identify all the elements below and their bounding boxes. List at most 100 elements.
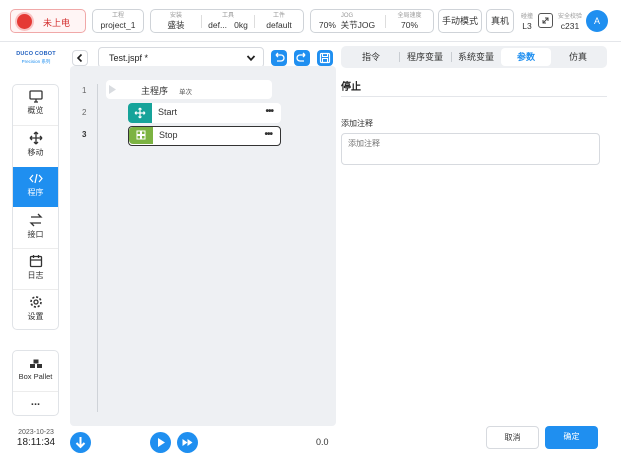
chevron-left-icon [76,53,83,63]
move-icon [128,103,152,123]
sidebar-item-label: 设置 [27,312,44,321]
progress-value: 0.0 [316,437,329,447]
sidebar-item-move[interactable]: 移动 [13,126,58,166]
sidebar-item-program[interactable]: 程序 [13,167,58,207]
sidebar-item-log[interactable]: 日志 [13,249,58,289]
tab-system-variables[interactable]: 系统变量 [453,48,499,66]
sidebar-nav: 概览 移动 程序 接口 日志 设置 [12,84,59,330]
collision-level[interactable]: 碰撞 L3 [518,11,536,33]
plugin-box-pallet[interactable]: Box Pallet [13,351,58,391]
panel-tabs: 指令 程序变量 系统变量 参数 仿真 [341,46,607,68]
command-block-start[interactable]: Start ••• [128,103,281,123]
workpiece-selector[interactable]: 工件 default [255,10,303,32]
manual-mode-button[interactable]: 手动模式 [438,9,482,33]
sidebar-item-label: 日志 [27,271,44,280]
save-button[interactable] [317,50,333,66]
undo-button[interactable] [271,50,287,66]
redo-icon [296,52,306,62]
comment-label: 添加注释 [341,119,373,128]
workpiece-value: default [266,20,292,30]
global-speed-selector[interactable]: 全局速度 70% [386,10,433,32]
tool-selector[interactable]: 工具 def... 0kg [202,10,254,32]
command-block-stop[interactable]: Stop ••• [128,126,281,146]
line-number: 2 [82,108,87,117]
swap-icon [28,213,43,227]
calendar-icon [29,255,42,268]
tab-program-variables[interactable]: 程序变量 [401,48,449,66]
code-icon [28,173,43,184]
cancel-button[interactable]: 取消 [486,426,539,449]
main-program-tag: 单次 [179,89,192,96]
top-bar: 未上电 工程 project_1 安装 盛装 工具 def... 0kg 工件 … [0,0,621,42]
tool-weight: 0kg [234,20,248,30]
download-button[interactable] [70,432,91,453]
robot-config-group: 安装 盛装 工具 def... 0kg 工件 default [150,9,304,33]
global-speed-label: 全局速度 [397,13,422,19]
tab-parameters[interactable]: 参数 [501,48,551,66]
workpiece-label: 工件 [272,13,285,19]
monitor-icon [28,90,43,103]
brand-logo: DUCO COBOT Precision 系列 [12,51,60,65]
clock: 2023-10-23 18:11:34 [8,429,64,448]
safety-check[interactable]: 安全校验 c231 [556,11,584,33]
sidebar-item-label: 概览 [27,106,44,115]
fast-forward-icon [182,439,193,446]
jog-speed: 70% [318,20,336,30]
safety-label: 安全校验 [557,14,582,20]
safety-value: c231 [560,21,580,31]
brand-name: DUCO COBOT [16,51,56,57]
save-icon [319,52,331,64]
redo-button[interactable] [294,50,310,66]
sidebar-item-overview[interactable]: 概览 [13,85,58,125]
play-triangle-icon [109,85,116,94]
install-selector[interactable]: 安装 盛装 [151,10,201,32]
tool-value: def... [208,20,228,30]
arrow-down-icon [75,437,86,449]
plugin-panel: Box Pallet ... [12,350,59,416]
collision-value: L3 [522,21,532,31]
plugin-more-button[interactable]: ... [13,393,58,415]
file-selector[interactable]: Test.jspf * [98,47,264,68]
more-options-icon[interactable]: ••• [264,129,272,140]
command-label: Stop [159,130,178,140]
clock-date: 2023-10-23 [18,429,54,436]
sidebar-item-interface[interactable]: 接口 [13,208,58,248]
main-program-label: 主程序 [141,86,169,96]
project-label: 工程 [111,13,124,19]
jog-mode-selector[interactable]: JOG 70% 关节JOG [311,10,383,32]
more-options-icon[interactable]: ••• [265,106,273,117]
expand-icon[interactable] [538,13,553,28]
comment-input[interactable] [341,133,600,165]
play-button[interactable] [150,432,171,453]
fast-forward-button[interactable] [177,432,198,453]
install-label: 安装 [169,13,182,19]
file-name: Test.jspf * [109,53,149,63]
sidebar-item-label: 移动 [27,148,44,157]
confirm-button[interactable]: 确定 [545,426,598,449]
project-selector[interactable]: 工程 project_1 [92,9,144,33]
move-icon [29,131,42,145]
grid-icon [129,127,153,144]
user-avatar[interactable]: A [586,10,608,32]
gutter-line [97,84,98,412]
tab-simulation[interactable]: 仿真 [553,48,603,66]
boxes-icon [29,359,42,368]
chevron-down-icon [246,55,256,62]
sidebar-item-label: 接口 [27,230,44,239]
sidebar-item-settings[interactable]: 设置 [13,290,58,330]
real-machine-button[interactable]: 真机 [486,9,514,33]
jog-label: JOG [340,13,354,19]
clock-time: 18:11:34 [16,437,56,448]
panel-title: 停止 [341,82,361,93]
sidebar-item-label: 程序 [27,188,44,197]
undo-icon [275,52,285,62]
play-icon [158,438,165,447]
tab-instructions[interactable]: 指令 [345,48,397,66]
power-status-button[interactable]: 未上电 [10,9,86,33]
main-program-block[interactable]: 主程序 单次 [106,80,272,99]
back-button[interactable] [72,50,88,66]
command-label: Start [158,107,178,117]
global-speed-value: 70% [400,20,418,30]
project-value: project_1 [100,20,136,30]
plugin-label: Box Pallet [18,372,53,381]
